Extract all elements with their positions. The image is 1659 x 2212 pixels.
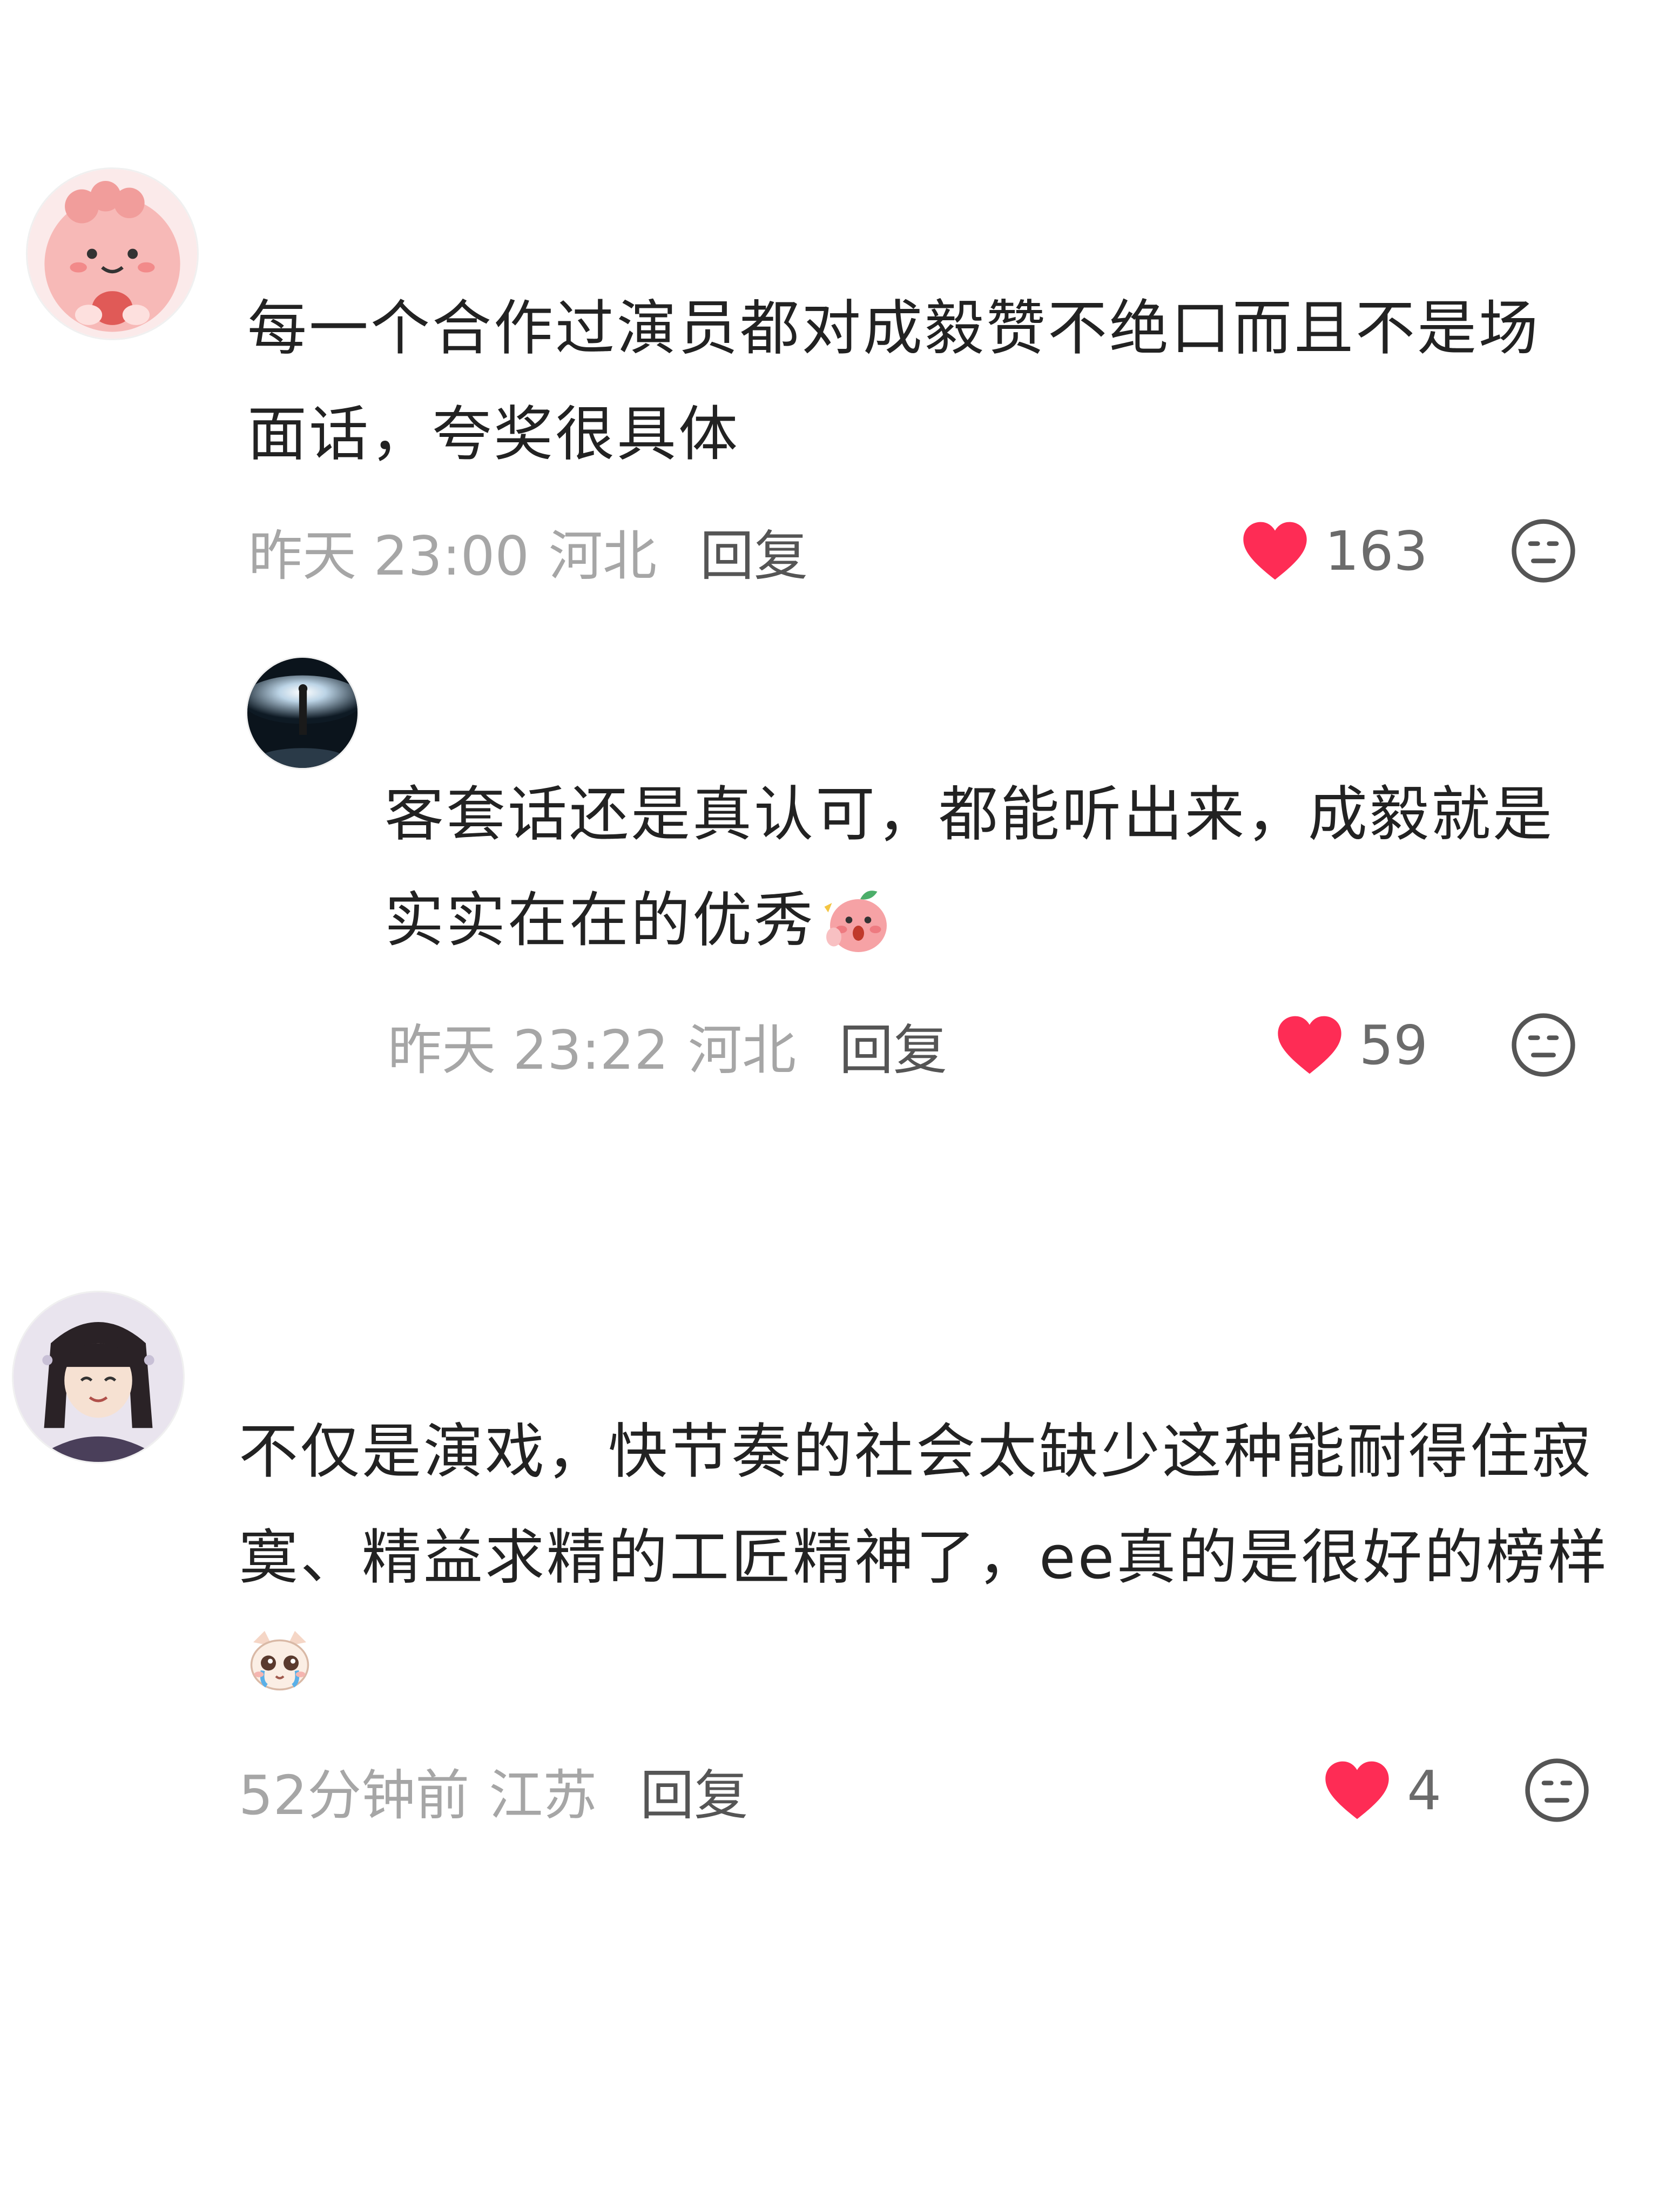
avatar[interactable] bbox=[26, 167, 199, 340]
heart-icon bbox=[1278, 1016, 1341, 1074]
like-count: 163 bbox=[1325, 519, 1428, 583]
like-button[interactable]: 59 bbox=[1275, 1013, 1428, 1077]
dislike-button[interactable] bbox=[1509, 516, 1578, 585]
comment-time: 昨天 23:22 bbox=[388, 1018, 669, 1082]
comment-location: 河北 bbox=[548, 524, 657, 588]
comment-text: 客套话还是真认可，都能听出来，成毅就是实实在在的优秀 bbox=[385, 761, 1605, 973]
comment-location: 河北 bbox=[687, 1018, 796, 1082]
comment-time: 昨天 23:00 bbox=[248, 524, 529, 588]
like-button[interactable]: 163 bbox=[1240, 519, 1428, 583]
meh-face-icon bbox=[1525, 1758, 1589, 1822]
like-button[interactable]: 4 bbox=[1323, 1758, 1441, 1822]
comment-actions: 59 bbox=[1275, 1007, 1578, 1083]
comment-text: 不仅是演戏，快节奏的社会太缺少这种能耐得住寂寞、精益求精的工匠精神了，ee真的是… bbox=[239, 1399, 1610, 1716]
avatar[interactable] bbox=[12, 1291, 185, 1464]
dislike-button[interactable] bbox=[1522, 1756, 1591, 1825]
stage-light-avatar-icon bbox=[247, 658, 358, 768]
comment-meta: 昨天 23:00 河北 回复 bbox=[248, 513, 808, 589]
comment-text-content: 不仅是演戏，快节奏的社会太缺少这种能耐得住寂寞、精益求精的工匠精神了，ee真的是… bbox=[239, 1417, 1609, 1592]
comment-text: 每一个合作过演员都对成毅赞不绝口而且不是场面话，夸奖很具体 bbox=[247, 294, 1540, 469]
like-count: 59 bbox=[1359, 1013, 1428, 1077]
meh-face-icon bbox=[1512, 519, 1575, 583]
comment-actions: 163 bbox=[1240, 513, 1578, 589]
comment-meta: 昨天 23:22 河北 回复 bbox=[388, 1007, 947, 1083]
comment-meta: 52分钟前 江苏 回复 bbox=[239, 1752, 748, 1828]
meh-face-icon bbox=[1512, 1013, 1575, 1077]
avatar[interactable] bbox=[246, 656, 359, 770]
reply-button[interactable]: 回复 bbox=[839, 1006, 947, 1084]
comment-text-content: 客套话还是真认可，都能听出来，成毅就是实实在在的优秀 bbox=[385, 780, 1554, 955]
peach-cheer-emoji-icon bbox=[819, 880, 894, 956]
reply-button[interactable]: 回复 bbox=[700, 512, 808, 590]
anime-girl-avatar-icon bbox=[14, 1292, 183, 1462]
comment-actions: 4 bbox=[1323, 1752, 1591, 1828]
reply-button[interactable]: 回复 bbox=[640, 1751, 748, 1830]
comment-location: 江苏 bbox=[489, 1763, 597, 1827]
dislike-button[interactable] bbox=[1509, 1010, 1578, 1080]
like-count: 4 bbox=[1407, 1758, 1441, 1822]
heart-icon bbox=[1325, 1761, 1390, 1819]
heart-icon bbox=[1243, 522, 1307, 580]
crying-cat-emoji-icon bbox=[242, 1623, 318, 1699]
comment-time: 52分钟前 bbox=[239, 1763, 470, 1827]
pink-cartoon-avatar-icon bbox=[28, 169, 197, 339]
